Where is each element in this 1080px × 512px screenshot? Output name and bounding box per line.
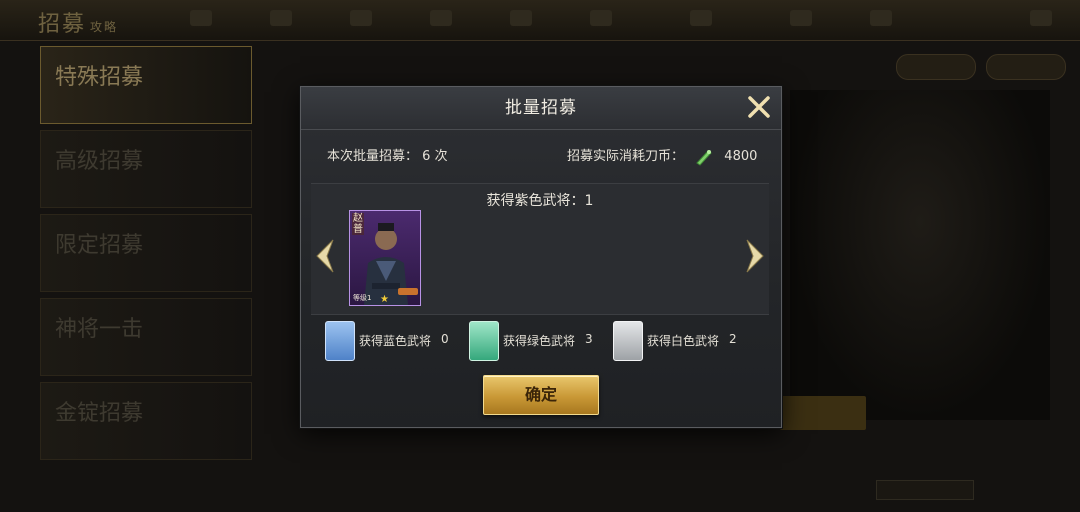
recruit-count-row: 本次批量招募： 6 次	[327, 145, 448, 164]
dialog-title: 批量招募	[505, 98, 577, 118]
cost-row: 招募实际消耗刀币： 4800	[567, 145, 757, 167]
grade-count: 0	[441, 332, 449, 346]
back-icon	[1030, 10, 1052, 26]
general-badge	[398, 288, 418, 295]
chevron-right-icon	[746, 239, 764, 273]
bg-button	[780, 396, 866, 430]
grade-label: 获得蓝色武将	[359, 334, 432, 348]
white-card-icon	[613, 321, 643, 361]
recruit-menu: 特殊招募 高级招募 限定招募 神将一击 金锭招募	[40, 46, 252, 466]
menu-item: 高级招募	[40, 130, 252, 208]
chevron-left-icon	[316, 239, 334, 273]
recruit-count-label: 本次批量招募：	[327, 149, 419, 164]
grade-count: 2	[729, 332, 737, 346]
blade-coin-icon	[694, 147, 714, 167]
green-card-icon	[469, 321, 499, 361]
top-bar: 招募 攻略	[0, 0, 1080, 41]
star-icon: ★	[380, 294, 389, 305]
resource-icon	[510, 10, 532, 26]
resource-icon	[590, 10, 612, 26]
bg-chip	[896, 54, 976, 80]
menu-item: 限定招募	[40, 214, 252, 292]
background-artwork	[790, 90, 1050, 420]
blue-grade-item: 获得蓝色武将 0	[325, 321, 465, 361]
batch-recruit-dialog: 批量招募 本次批量招募： 6 次 招募实际消耗刀币： 4800 获得紫色武将：1	[300, 86, 782, 428]
recruit-count-unit: 次	[434, 149, 448, 164]
purple-generals-panel: 获得紫色武将：1 赵普 等级1 ★	[311, 183, 769, 315]
purple-count: 1	[584, 193, 594, 209]
menu-item: 特殊招募	[40, 46, 252, 124]
resource-icon	[190, 10, 212, 26]
dialog-header: 批量招募	[301, 87, 781, 130]
bg-label	[876, 480, 974, 500]
general-name: 赵普	[352, 213, 364, 235]
confirm-label: 确定	[524, 385, 557, 404]
resource-icon	[790, 10, 812, 26]
cost-label: 招募实际消耗刀币：	[567, 149, 685, 164]
resource-icon	[270, 10, 292, 26]
page-title: 招募 攻略	[38, 12, 119, 37]
grade-count: 3	[585, 332, 593, 346]
green-grade-item: 获得绿色武将 3	[469, 321, 609, 361]
confirm-button[interactable]: 确定	[483, 375, 599, 415]
bg-chip	[986, 54, 1066, 80]
general-card[interactable]: 赵普 等级1 ★	[349, 210, 421, 306]
prev-arrow[interactable]	[313, 236, 339, 276]
blue-card-icon	[325, 321, 355, 361]
resource-icon	[350, 10, 372, 26]
menu-item: 神将一击	[40, 298, 252, 376]
general-level: 等级1	[353, 294, 372, 302]
resource-icon	[430, 10, 452, 26]
close-button[interactable]	[745, 93, 773, 121]
grade-label: 获得白色武将	[647, 334, 720, 348]
cost-value: 4800	[724, 149, 758, 164]
grade-summary-row: 获得蓝色武将 0 获得绿色武将 3 获得白色武将 2	[325, 321, 765, 361]
resource-icon	[870, 10, 892, 26]
recruit-count-value: 6	[422, 149, 431, 164]
close-icon	[748, 96, 770, 118]
next-arrow[interactable]	[741, 236, 767, 276]
resource-icon	[690, 10, 712, 26]
white-grade-item: 获得白色武将 2	[613, 321, 753, 361]
purple-generals-label: 获得紫色武将：1	[486, 193, 594, 209]
menu-item: 金锭招募	[40, 382, 252, 460]
grade-label: 获得绿色武将	[503, 334, 576, 348]
